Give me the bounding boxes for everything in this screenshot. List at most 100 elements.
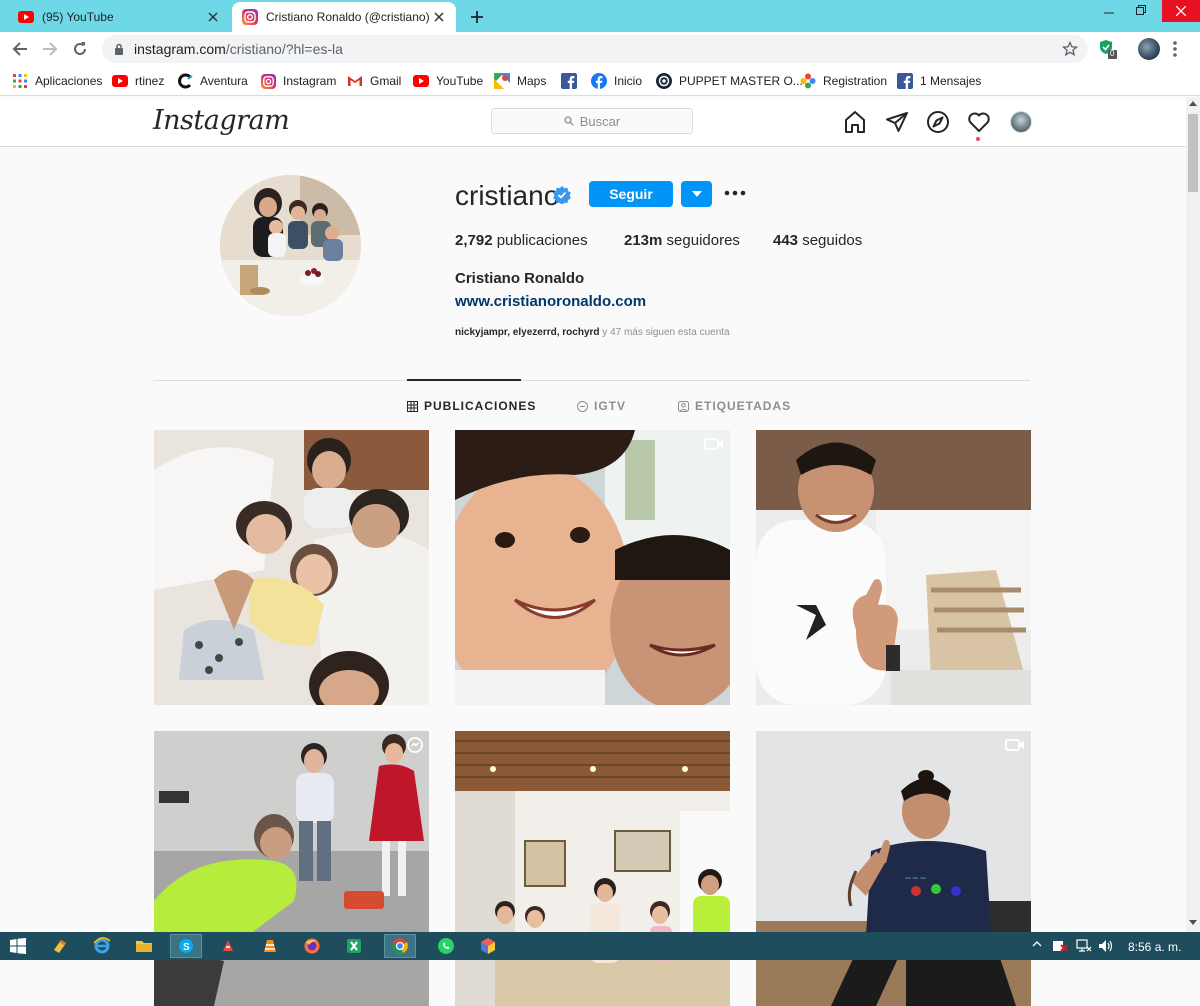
tab-label: PUBLICACIONES [424, 399, 537, 413]
bookmark-instagram[interactable]: Instagram [260, 72, 336, 90]
network-icon[interactable] [1076, 939, 1092, 953]
activity-heart-icon[interactable] [967, 110, 991, 134]
instagram-icon [242, 9, 258, 25]
scroll-down-arrow-icon[interactable] [1189, 920, 1197, 925]
facebook-round-icon [591, 73, 607, 89]
file-explorer-icon[interactable] [128, 934, 160, 958]
gmail-icon [347, 73, 363, 89]
app-icon[interactable] [338, 934, 370, 958]
extension-shield-icon[interactable]: 0 [1098, 39, 1118, 59]
scrollbar[interactable] [1186, 97, 1200, 932]
close-tab-icon[interactable] [432, 10, 446, 24]
youtube-icon [18, 11, 34, 23]
posts-label: publicaciones [496, 232, 588, 249]
more-vert-icon[interactable] [1172, 40, 1178, 58]
video-icon [1005, 737, 1025, 753]
bookmark-mensajes[interactable]: 1 Mensajes [897, 72, 981, 90]
caret-down-icon [691, 191, 702, 197]
vlc-icon[interactable] [254, 934, 286, 958]
post-thumbnail[interactable]: ~~~ [756, 731, 1031, 1006]
apps-grid-icon [12, 73, 28, 89]
whatsapp-icon[interactable] [430, 934, 462, 958]
search-input[interactable]: Buscar [491, 108, 693, 134]
post-thumbnail[interactable] [154, 731, 429, 1006]
scroll-up-arrow-icon[interactable] [1189, 101, 1197, 106]
restore-button[interactable] [1126, 0, 1156, 20]
post-thumbnail[interactable] [154, 430, 429, 705]
minimize-button[interactable] [1094, 0, 1124, 20]
user-avatar[interactable] [1010, 111, 1032, 133]
scrollbar-thumb[interactable] [1188, 114, 1198, 192]
tab-youtube[interactable]: (95) YouTube [8, 2, 230, 32]
post-thumbnail[interactable] [756, 430, 1031, 705]
bookmark-label: YouTube [436, 74, 484, 88]
close-window-button[interactable] [1162, 0, 1200, 22]
bookmark-gmail[interactable]: Gmail [347, 72, 401, 90]
c-logo-icon [177, 73, 193, 89]
show-hidden-icons-icon[interactable] [1032, 939, 1042, 949]
youtube-icon [413, 73, 429, 89]
app-icon[interactable] [472, 934, 504, 958]
notification-dot [976, 137, 980, 141]
profile-photo[interactable] [220, 175, 361, 316]
tabs-divider [153, 380, 1030, 381]
search-icon [564, 116, 574, 126]
bookmark-apps[interactable]: Aplicaciones [12, 72, 102, 90]
windows-taskbar: S 8:56 a. m. [0, 932, 1200, 960]
following-number: 443 [773, 232, 799, 249]
followed-by-text[interactable]: nickyjampr, elyezerrd, rochyrd y 47 más … [455, 327, 730, 338]
bookmark-maps[interactable]: Maps [494, 72, 546, 90]
follow-button[interactable]: Seguir [589, 181, 673, 207]
tab-title: (95) YouTube [42, 10, 114, 24]
skype-icon[interactable]: S [170, 934, 202, 958]
bookmark-rtinez[interactable]: rtinez [112, 72, 164, 90]
post-thumbnail[interactable] [455, 731, 730, 1006]
profile-avatar[interactable] [1138, 38, 1160, 60]
address-bar[interactable]: instagram.com/cristiano/?hl=es-la [102, 35, 1088, 63]
suggested-dropdown-button[interactable] [681, 181, 712, 207]
taskbar-clock[interactable]: 8:56 a. m. [1128, 940, 1181, 954]
bookmark-star-icon[interactable] [1062, 41, 1078, 57]
bookmark-youtube[interactable]: YouTube [413, 72, 483, 90]
url-path: /cristiano/?hl=es-la [225, 41, 343, 57]
more-options-icon[interactable] [724, 190, 746, 196]
forward-button[interactable] [39, 38, 61, 60]
followers-count[interactable]: 213m seguidores [624, 232, 740, 249]
new-tab-button[interactable] [466, 6, 488, 28]
tab-publicaciones[interactable]: PUBLICACIONES [407, 399, 536, 413]
instagram-icon [260, 73, 276, 89]
reload-button[interactable] [69, 38, 91, 60]
following-count[interactable]: 443 seguidos [773, 232, 862, 249]
bookmark-inicio[interactable]: Inicio [591, 72, 642, 90]
post-thumbnail[interactable] [455, 430, 730, 705]
followed-by-names: nickyjampr, elyezerrd, rochyrd [455, 327, 600, 338]
firefox-icon[interactable] [296, 934, 328, 958]
bookmark-facebook[interactable] [561, 72, 584, 90]
bookmark-aventura[interactable]: Aventura [177, 72, 248, 90]
tagged-icon [678, 400, 689, 412]
app-icon[interactable] [44, 934, 76, 958]
browser-tab-strip: (95) YouTube Cristiano Ronaldo (@cristia… [0, 0, 1200, 32]
back-button[interactable] [9, 38, 31, 60]
bookmark-label: Inicio [614, 74, 643, 88]
profile-website-link[interactable]: www.cristianoronaldo.com [455, 293, 646, 310]
close-tab-icon[interactable] [206, 10, 220, 24]
chrome-icon[interactable] [384, 934, 416, 958]
bookmark-label: Registration [823, 74, 888, 88]
bookmark-puppet-master[interactable]: PUPPET MASTER O... [656, 72, 803, 90]
windows-start-icon[interactable] [2, 934, 34, 958]
tab-igtv[interactable]: IGTV [577, 399, 626, 413]
bookmark-label: Instagram [283, 74, 337, 88]
explore-icon[interactable] [926, 110, 950, 134]
app-icon[interactable] [212, 934, 244, 958]
direct-message-icon[interactable] [885, 110, 909, 134]
home-icon[interactable] [843, 110, 867, 134]
instagram-logo[interactable]: Instagram [153, 105, 290, 136]
internet-explorer-icon[interactable] [86, 934, 118, 958]
antivirus-icon[interactable] [1052, 939, 1068, 953]
tab-etiquetadas[interactable]: ETIQUETADAS [678, 399, 791, 413]
browser-toolbar: instagram.com/cristiano/?hl=es-la [0, 32, 1200, 66]
bookmark-registration[interactable]: Registration [800, 72, 887, 90]
tab-instagram[interactable]: Cristiano Ronaldo (@cristiano) • I [232, 2, 456, 32]
volume-icon[interactable] [1098, 939, 1114, 953]
